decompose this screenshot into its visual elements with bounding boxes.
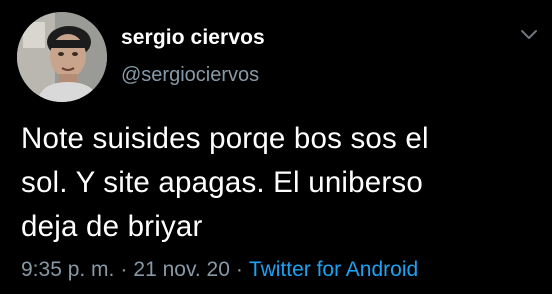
author-handle[interactable]: @sergiociervos — [121, 64, 259, 87]
tweet-text-line: deja de briyar — [21, 210, 203, 243]
tweet-text: Note suisides porqe bos sos el sol. Y si… — [21, 117, 521, 249]
tweet-text-line: Note suisides porqe bos sos el — [21, 122, 429, 155]
avatar[interactable] — [17, 12, 107, 102]
tweet-time[interactable]: 9:35 p. m. — [21, 258, 114, 281]
meta-separator: · — [120, 258, 128, 281]
tweet-card: sergio ciervos @sergiociervos Note suisi… — [0, 0, 552, 294]
tweet-source-link[interactable]: Twitter for Android — [249, 258, 418, 281]
author-display-name[interactable]: sergio ciervos — [121, 26, 265, 50]
tweet-meta: 9:35 p. m. · 21 nov. 20 · Twitter for Androi… — [21, 258, 418, 282]
tweet-text-line: sol. Y site apagas. El uniberso — [21, 166, 423, 199]
meta-separator: · — [235, 258, 243, 281]
avatar-photo — [17, 12, 107, 102]
chevron-down-icon[interactable] — [520, 28, 538, 40]
tweet-date[interactable]: 21 nov. 20 — [133, 258, 230, 281]
